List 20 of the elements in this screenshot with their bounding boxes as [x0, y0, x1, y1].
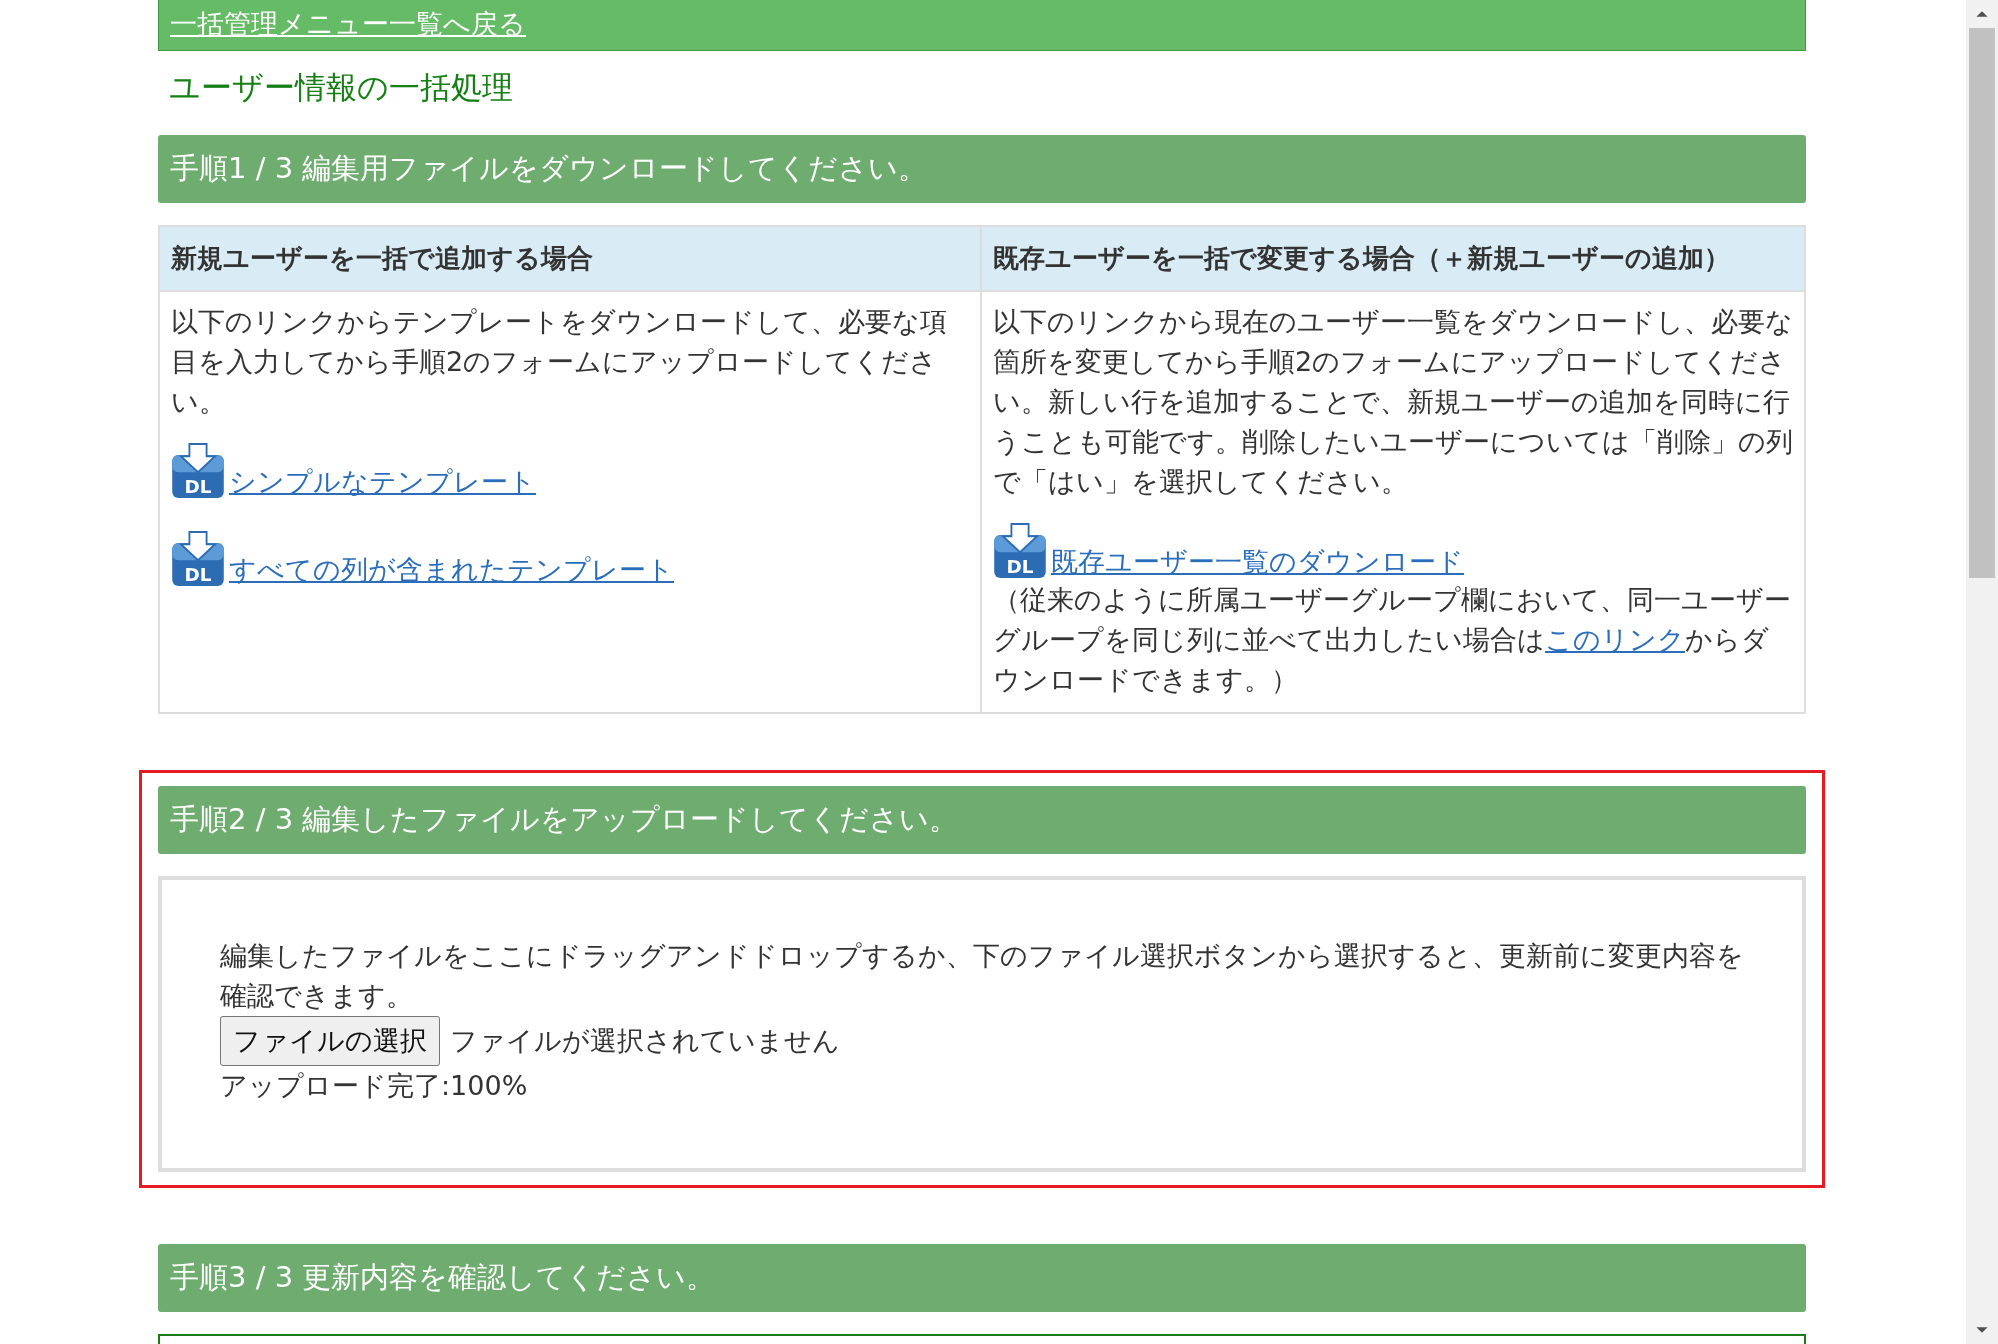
file-status-text: ファイルが選択されていません	[450, 1024, 840, 1058]
column-heading: 既存ユーザーを一括で変更する場合（＋新規ユーザーの追加）	[982, 227, 1804, 292]
description-text: 以下のリンクからテンプレートをダウンロードして、必要な項目を入力してから手順2のフォームにアップロードしてください。	[171, 305, 948, 419]
page-title: ユーザー情報の一括処理	[168, 68, 514, 107]
step-header: 手順1 / 3 編集用ファイルをダウンロードしてください。	[158, 135, 1806, 203]
description-text: 以下のリンクから現在のユーザー一覧をダウンロードし、必要な箇所を変更してから手順2のフォームにアップロードしてください。新しい行を追加することで、新規ユーザーの追加を同時に行うことも可能です。削除したいユーザーについては「削除」の列で「はい」を選択してください。	[993, 305, 1793, 499]
inline-link[interactable]: このリンク	[1545, 624, 1685, 655]
download-link[interactable]: シンプルなテンプレート	[229, 464, 536, 500]
column-heading: 新規ユーザーを一括で追加する場合	[160, 227, 982, 292]
step-header: 手順2 / 3 編集したファイルをアップロードしてください。	[158, 786, 1806, 854]
drop-zone[interactable]: 編集したファイルをここにドラッグアンドドロップするか、下のファイル選択ボタンから選択すると、更新前に変更内容を確認できます。 ファイルの選択 ファイルが選択されていません アップロード完了:100%	[158, 876, 1806, 1172]
step-header: 手順3 / 3 更新内容を確認してください。	[158, 1244, 1806, 1312]
note-text: （従来のように所属ユーザーグループ欄において、同一ユーザーグループを同じ列に並べて出力したい場合は このリンク からダウンロードできます。）	[993, 583, 1792, 697]
file-select-button[interactable]: ファイルの選択	[220, 1016, 440, 1066]
progress-text: アップロード完了:100%	[220, 1069, 529, 1103]
scroll-thumb[interactable]	[1969, 28, 1995, 578]
download-link[interactable]: 既存ユーザー一覧のダウンロード	[1051, 544, 1464, 580]
instructions-text: 編集したファイルをここにドラッグアンドドロップするか、下のファイル選択ボタンから選択すると、更新前に変更内容を確認できます。	[220, 939, 1744, 1013]
scrollbar[interactable]	[1966, 0, 1998, 1344]
download-link[interactable]: すべての列が含まれたテンプレート	[229, 552, 674, 588]
